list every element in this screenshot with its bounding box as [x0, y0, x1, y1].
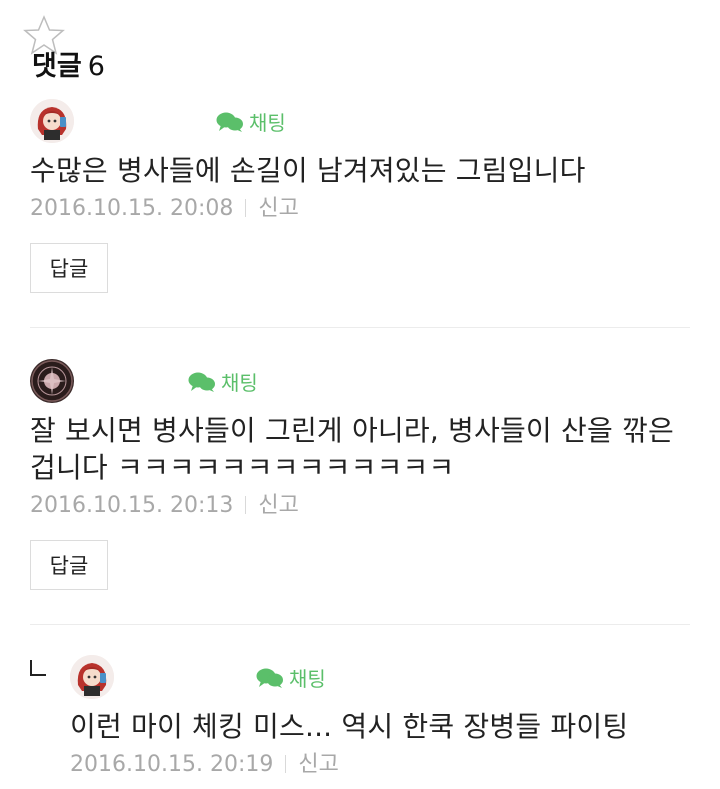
avatar[interactable]: [30, 99, 74, 143]
avatar[interactable]: [70, 655, 114, 699]
comment-meta: 채팅: [30, 99, 690, 143]
speech-bubble-icon: [256, 668, 283, 688]
divider: [30, 624, 690, 625]
comment-meta: 채팅: [70, 655, 690, 699]
reply-arrow-icon: [30, 660, 46, 676]
comment-info: 2016.10.15. 20:08 신고: [30, 193, 690, 225]
comment-text: 잘 보시면 병사들이 그린게 아니라, 병사들이 산을 깎은겁니다 ㅋㅋㅋㅋㅋㅋ…: [30, 414, 674, 484]
chat-link[interactable]: 채팅: [216, 107, 286, 136]
comment-date: 2016.10.15. 20:08: [30, 196, 234, 221]
separator: [245, 199, 247, 217]
reply-button[interactable]: 답글: [30, 243, 108, 293]
chat-link[interactable]: 채팅: [188, 367, 258, 396]
speech-bubble-icon: [188, 372, 215, 392]
comment-date: 2016.10.15. 20:13: [30, 493, 234, 518]
comment-date: 2016.10.15. 20:19: [70, 752, 274, 777]
report-link[interactable]: 신고: [258, 493, 298, 518]
comment-meta: 채팅: [30, 359, 690, 403]
separator: [245, 496, 247, 514]
comment-info: 2016.10.15. 20:13 신고: [30, 490, 690, 522]
comment-text: 이런 마이 체킹 미스... 역시 한쿡 장병들 파이팅: [70, 710, 629, 743]
comments-page: 댓글 6 채팅 수많은 병사들에 손길이 남겨져있는 그림입니다 2016.10…: [0, 0, 720, 789]
comment-item: 채팅 잘 보시면 병사들이 그린게 아니라, 병사들이 산을 깎은겁니다 ㅋㅋㅋ…: [30, 359, 690, 590]
chat-link[interactable]: 채팅: [256, 663, 326, 692]
avatar[interactable]: [30, 359, 74, 403]
chat-label: 채팅: [221, 371, 258, 395]
comments-title-label: 댓글: [32, 51, 82, 82]
separator: [285, 755, 287, 773]
speech-bubble-icon: [216, 112, 243, 132]
report-link[interactable]: 신고: [298, 752, 338, 777]
reply-button[interactable]: 답글: [30, 540, 108, 590]
report-link[interactable]: 신고: [258, 196, 298, 221]
comments-count: 6: [87, 51, 105, 82]
comment-text: 수많은 병사들에 손길이 남겨져있는 그림입니다: [30, 154, 586, 187]
divider: [30, 327, 690, 328]
comment-info: 2016.10.15. 20:19 신고: [70, 749, 690, 781]
comment-item: 채팅 수많은 병사들에 손길이 남겨져있는 그림입니다 2016.10.15. …: [30, 99, 690, 293]
chat-label: 채팅: [289, 667, 326, 691]
chat-label: 채팅: [249, 111, 286, 135]
reply-item: 채팅 이런 마이 체킹 미스... 역시 한쿡 장병들 파이팅 2016.10.…: [70, 655, 690, 781]
comments-title: 댓글 6: [32, 44, 105, 83]
